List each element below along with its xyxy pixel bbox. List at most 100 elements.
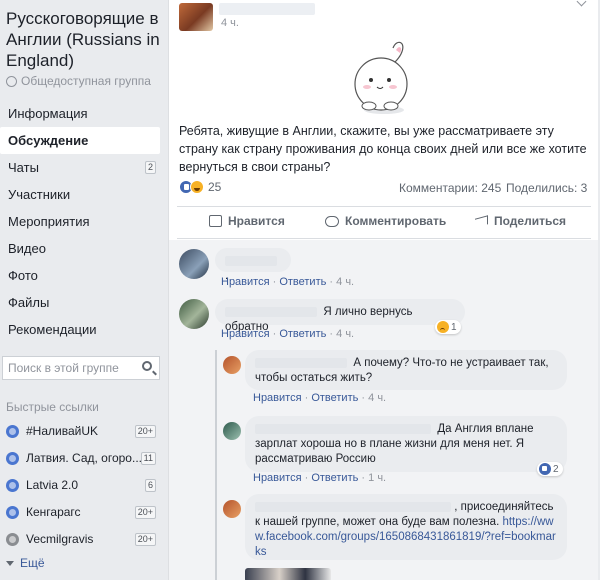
nav-item-recommendations[interactable]: Рекомендации	[0, 316, 166, 343]
comment-reaction[interactable]: 2	[537, 462, 563, 476]
commenter-name-redacted[interactable]	[225, 306, 317, 317]
thumbs-up-icon	[209, 215, 222, 227]
comment-time[interactable]: 4 ч.	[336, 276, 354, 288]
quick-link[interactable]: Vecmilgravis 20+	[0, 526, 166, 553]
quick-links-title: Быстрые ссылки	[6, 400, 99, 414]
quick-link[interactable]: #НаливайUK 20+	[0, 418, 166, 445]
nav-item-members[interactable]: Участники	[0, 181, 166, 208]
group-search-input[interactable]: Поиск в этой группе	[2, 356, 160, 380]
share-button[interactable]: Поделиться	[475, 214, 566, 228]
comment-icon	[325, 215, 339, 227]
author-avatar[interactable]	[179, 3, 213, 31]
haha-reaction-icon	[190, 180, 204, 194]
like-button[interactable]: Нравится	[209, 214, 285, 228]
nav-item-info[interactable]: Информация	[0, 100, 166, 127]
comment-like-link[interactable]: Нравится	[253, 392, 302, 404]
nav-label: Обсуждение	[8, 133, 89, 148]
comment-like-link[interactable]: Нравится	[221, 276, 270, 288]
quick-link[interactable]: Latvia 2.0 6	[0, 472, 166, 499]
sad-reaction-icon	[437, 321, 449, 333]
comment-bubble: А почему? Что-то не устраивает так, чтоб…	[245, 350, 567, 390]
share-label: Поделиться	[494, 214, 567, 228]
comments-section: . Нравится · Ответить · 4 ч. Я лично вер…	[169, 240, 598, 580]
share-icon	[475, 214, 488, 228]
group-nav: Информация Обсуждение Чаты 2 Участники Ме…	[0, 100, 166, 343]
comment-time[interactable]: 1 ч.	[368, 472, 386, 484]
post-action-bar: Нравится Комментировать Поделиться	[177, 206, 591, 239]
nav-item-files[interactable]: Файлы	[0, 289, 166, 316]
comment-reply-link[interactable]: Ответить	[311, 472, 358, 484]
reply-attachment-preview[interactable]	[245, 568, 331, 580]
nav-label: Участники	[8, 187, 71, 202]
comment-reply-link[interactable]: Ответить	[279, 276, 326, 288]
nav-label: Файлы	[8, 295, 50, 310]
count-badge: 11	[140, 452, 156, 465]
group-icon	[6, 425, 19, 438]
author-name-redacted[interactable]	[219, 3, 315, 15]
shares-count-link[interactable]: Поделились: 3	[506, 181, 587, 195]
post-timestamp[interactable]: 4 ч.	[221, 17, 239, 29]
chevron-down-icon[interactable]	[575, 0, 589, 10]
avatar[interactable]	[223, 500, 241, 518]
comment-bubble: Да Англия вплане зарплат хороша но в пла…	[245, 416, 567, 472]
group-sidebar: Русскоговорящие в Англии (Russians in En…	[0, 0, 166, 580]
globe-icon	[6, 75, 17, 87]
bunny-sticker	[354, 41, 408, 114]
quick-link[interactable]: Латвия. Сад, огоро... 11	[0, 445, 166, 472]
avatar[interactable]	[223, 356, 241, 374]
quick-link[interactable]: Кенгарагс 20+	[0, 499, 166, 526]
comment-time[interactable]: 4 ч.	[368, 392, 386, 404]
comment-reply-link[interactable]: Ответить	[279, 328, 326, 340]
nav-item-chats[interactable]: Чаты 2	[0, 154, 166, 181]
comment-time[interactable]: 4 ч.	[336, 328, 354, 340]
group-icon	[6, 479, 19, 492]
count-badge: 20+	[134, 506, 156, 519]
commenter-name-redacted[interactable]	[255, 357, 347, 368]
search-button[interactable]	[138, 357, 158, 379]
quick-link-label: Кенгарагс	[26, 505, 81, 519]
nav-item-videos[interactable]: Видео	[0, 235, 166, 262]
comment-reaction-count: 1	[451, 321, 457, 333]
see-more-label: Ещё	[20, 556, 45, 570]
nav-label: Мероприятия	[8, 214, 90, 229]
nav-item-events[interactable]: Мероприятия	[0, 208, 166, 235]
comment-actions: Нравится · Ответить · 4 ч.	[253, 392, 387, 404]
comment-reply-link[interactable]: Ответить	[311, 392, 358, 404]
reaction-count: 25	[208, 180, 222, 194]
comments-count-link[interactable]: Комментарии: 245	[399, 181, 501, 195]
quick-link-label: Latvia 2.0	[26, 478, 79, 492]
count-badge: 20+	[134, 533, 156, 546]
comment-like-link[interactable]: Нравится	[253, 472, 302, 484]
group-title[interactable]: Русскоговорящие в Англии (Russians in En…	[6, 8, 164, 71]
nav-item-photos[interactable]: Фото	[0, 262, 166, 289]
like-reaction-icon	[539, 463, 551, 475]
nav-label: Информация	[8, 106, 88, 121]
comment-reaction[interactable]: 1	[435, 320, 461, 334]
comment-button[interactable]: Комментировать	[325, 214, 446, 228]
quick-link-label: Латвия. Сад, огоро...	[26, 451, 142, 465]
group-icon	[6, 506, 19, 519]
commenter-name-redacted[interactable]	[255, 501, 451, 512]
nav-label: Видео	[8, 241, 46, 256]
commenter-name-redacted[interactable]	[225, 255, 277, 266]
group-icon	[6, 452, 19, 465]
privacy-label: Общедоступная группа	[21, 74, 151, 88]
post-text: Ребята, живущие в Англии, скажите, вы уж…	[179, 124, 587, 174]
comment-actions: Нравится · Ответить · 1 ч.	[253, 472, 387, 484]
avatar[interactable]	[179, 299, 209, 329]
see-more-link[interactable]: Ещё	[6, 556, 45, 570]
group-icon	[6, 533, 19, 546]
reactions-summary[interactable]: 25	[179, 180, 221, 194]
comment-bubble: .	[215, 248, 291, 282]
like-label: Нравится	[228, 214, 285, 228]
comment-like-link[interactable]: Нравится	[221, 328, 270, 340]
quick-links-list: #НаливайUK 20+ Латвия. Сад, огоро... 11 La…	[0, 418, 166, 553]
avatar[interactable]	[179, 249, 209, 279]
avatar[interactable]	[223, 422, 241, 440]
count-badge: 2	[144, 161, 156, 174]
comment-reaction-count: 2	[553, 463, 559, 475]
commenter-name-redacted[interactable]	[255, 423, 431, 434]
nav-item-discussion[interactable]: Обсуждение	[0, 127, 160, 154]
nav-label: Чаты	[8, 160, 39, 175]
comment-actions: Нравится · Ответить · 4 ч.	[221, 276, 355, 288]
